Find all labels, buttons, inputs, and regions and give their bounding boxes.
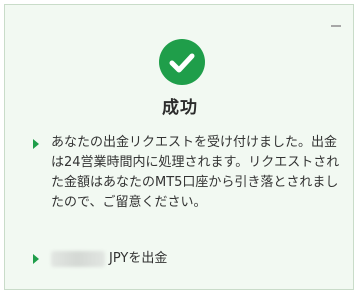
amount-suffix: JPYを出金 (109, 251, 168, 266)
message-text: あなたの出金リクエストを受け付けました。出金は24営業時間内に処理されます。リク… (51, 135, 340, 210)
check-circle-icon (159, 39, 205, 85)
dialog-title: 成功 (162, 98, 198, 118)
success-dialog: 成功 あなたの出金リクエストを受け付けました。出金は24営業時間内に処理されます… (4, 4, 354, 290)
amount-line: JPYを出金 (51, 249, 167, 269)
bullet-arrow-icon (33, 254, 39, 264)
bullet-arrow-icon (33, 139, 39, 149)
minimize-icon[interactable] (331, 25, 341, 27)
redacted-amount (51, 251, 105, 267)
